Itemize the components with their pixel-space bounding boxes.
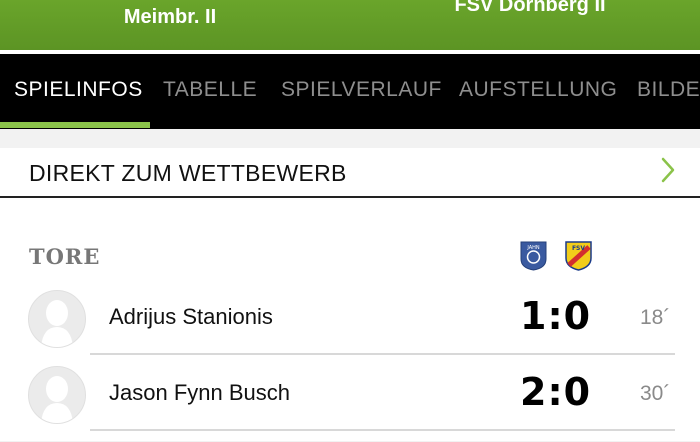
- away-team-name-line: FSV Dornberg II: [454, 0, 606, 16]
- player-avatar: [28, 290, 86, 348]
- away-team-crest: FSV: [565, 241, 592, 271]
- row-divider: [90, 353, 675, 355]
- competition-link-label: DIREKT ZUM WETTBEWERB: [29, 160, 347, 186]
- goals-section: TORE JAHN FSV Adrijus Stanionis 1:0 18´ …: [0, 198, 700, 441]
- goal-minute: 18´: [640, 306, 671, 329]
- goal-minute: 30´: [640, 382, 671, 405]
- goal-score: 1:0: [520, 294, 592, 338]
- player-avatar: [28, 366, 86, 424]
- scorer-name: Adrijus Stanionis: [109, 304, 273, 329]
- player-placeholder-icon: [41, 300, 73, 347]
- tab-spielinfos[interactable]: SPIELINFOS: [14, 78, 143, 102]
- home-team-name-line: Meimbr. II: [123, 6, 217, 28]
- row-divider: [90, 429, 675, 431]
- tab-tabelle[interactable]: TABELLE: [163, 78, 257, 102]
- home-crest-text: JAHN: [526, 245, 540, 251]
- competition-link[interactable]: DIREKT ZUM WETTBEWERB: [0, 148, 700, 198]
- tab-spielverlauf[interactable]: SPIELVERLAUF: [281, 78, 442, 102]
- tab-bar: SPIELINFOS TABELLE SPIELVERLAUF AUFSTELL…: [0, 54, 700, 129]
- active-tab-indicator: [0, 122, 150, 128]
- away-crest-text: FSV: [572, 245, 585, 252]
- tab-bilder[interactable]: BILDER: [637, 78, 700, 102]
- home-team-name[interactable]: Meimbr. II: [0, 0, 340, 30]
- tab-aufstellung[interactable]: AUFSTELLUNG: [459, 78, 617, 102]
- goals-section-title: TORE: [29, 244, 101, 269]
- player-placeholder-icon: [41, 376, 73, 423]
- scorer-name: Jason Fynn Busch: [109, 380, 290, 405]
- match-header: Meimbr. II FSV Dornberg II: [0, 0, 700, 50]
- chevron-right-icon: [661, 157, 675, 183]
- goal-score: 2:0: [520, 370, 592, 414]
- home-team-crest: JAHN: [520, 241, 547, 271]
- away-team-name[interactable]: FSV Dornberg II: [360, 0, 700, 18]
